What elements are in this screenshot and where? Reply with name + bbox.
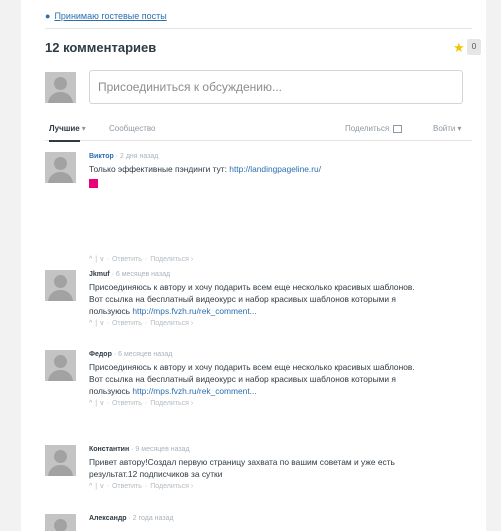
upvote-icon[interactable]: ^ <box>89 256 92 263</box>
reply-button[interactable]: Ответить <box>112 483 142 490</box>
upvote-icon[interactable]: ^ <box>89 400 92 407</box>
comment-item: Константин · 9 месяцев назад Привет авто… <box>45 445 485 505</box>
embedded-image <box>89 179 98 188</box>
comment-item: Виктор · 2 дня назад Только эффективные … <box>45 152 485 263</box>
guest-posts-link[interactable]: ● Принимаю гостевые посты <box>45 11 167 21</box>
star-icon[interactable]: ★ <box>453 41 465 54</box>
avatar[interactable] <box>45 445 76 476</box>
comment-link[interactable]: http://landingpageline.ru/ <box>229 164 321 174</box>
comment-actions: ^ | v · Ответить · Поделиться › <box>89 320 194 327</box>
comment-actions: ^ | v · Ответить · Поделиться › <box>89 256 194 263</box>
share-comment-button[interactable]: Поделиться › <box>150 400 193 407</box>
join-discussion-input[interactable] <box>89 70 463 104</box>
avatar[interactable] <box>45 152 76 183</box>
comment-author[interactable]: Александр <box>89 515 127 522</box>
avatar[interactable] <box>45 514 76 531</box>
comment-link[interactable]: http://mps.fvzh.ru/rek_comment... <box>132 386 256 396</box>
comment-time[interactable]: 2 дня назад <box>120 153 158 160</box>
comment-time[interactable]: 6 месяцев назад <box>116 271 170 278</box>
downvote-icon[interactable]: v <box>100 320 104 327</box>
upvote-icon[interactable]: ^ <box>89 320 92 327</box>
tab-best[interactable]: Лучшие ▾ <box>49 124 86 142</box>
bullet-icon: ● <box>45 11 51 21</box>
login-button[interactable]: Войти ▾ <box>433 124 461 133</box>
avatar[interactable] <box>45 270 76 301</box>
comment-time[interactable]: 9 месяцев назад <box>135 446 189 453</box>
comment-actions: ^ | v · Ответить · Поделиться › <box>89 400 194 407</box>
comment-item: Александр · 2 года назад <box>45 514 485 531</box>
share-comment-button[interactable]: Поделиться › <box>150 483 193 490</box>
comment-author[interactable]: Федор <box>89 351 112 358</box>
share-comment-button[interactable]: Поделиться › <box>150 256 193 263</box>
downvote-icon[interactable]: v <box>100 400 104 407</box>
share-icon <box>393 124 403 133</box>
comment-time[interactable]: 6 месяцев назад <box>118 351 172 358</box>
reply-button[interactable]: Ответить <box>112 320 142 327</box>
tab-community[interactable]: Сообщество <box>109 124 155 133</box>
comment-text: Присоединяюсь к автору и хочу подарить в… <box>89 282 415 316</box>
comment-actions: ^ | v · Ответить · Поделиться › <box>89 483 194 490</box>
comment-item: Федор · 6 месяцев назад Присоединяюсь к … <box>45 350 485 425</box>
downvote-icon[interactable]: v <box>100 256 104 263</box>
avatar <box>45 72 76 103</box>
comment-time[interactable]: 2 года назад <box>133 515 174 522</box>
share-comment-button[interactable]: Поделиться › <box>150 320 193 327</box>
comment-item: Jkmuf · 6 месяцев назад Присоединяюсь к … <box>45 270 485 345</box>
sort-tabs: Лучшие ▾ Сообщество Поделиться Войти ▾ <box>45 118 472 142</box>
chevron-down-icon: ▾ <box>457 124 462 133</box>
share-button[interactable]: Поделиться <box>345 124 403 133</box>
comments-panel: ● Принимаю гостевые посты 12 комментариев… <box>21 0 486 531</box>
comment-link[interactable]: http://mps.fvzh.ru/rek_comment... <box>132 306 256 316</box>
reply-button[interactable]: Ответить <box>112 400 142 407</box>
divider <box>45 28 472 29</box>
upvote-icon[interactable]: ^ <box>89 483 92 490</box>
comment-text: Привет автору!Создал первую страницу зах… <box>89 457 395 479</box>
comment-author[interactable]: Jkmuf <box>89 271 110 278</box>
chevron-down-icon: ▾ <box>81 124 86 133</box>
comment-author[interactable]: Константин <box>89 446 129 453</box>
reply-button[interactable]: Ответить <box>112 256 142 263</box>
comment-text: Присоединяюсь к автору и хочу подарить в… <box>89 362 415 396</box>
comment-author[interactable]: Виктор <box>89 153 114 160</box>
comment-text: Только эффективные пэндинги тут: <box>89 164 227 174</box>
star-count-badge[interactable]: 0 <box>467 39 481 55</box>
downvote-icon[interactable]: v <box>100 483 104 490</box>
comment-count-title: 12 комментариев <box>45 40 157 55</box>
avatar[interactable] <box>45 350 76 381</box>
